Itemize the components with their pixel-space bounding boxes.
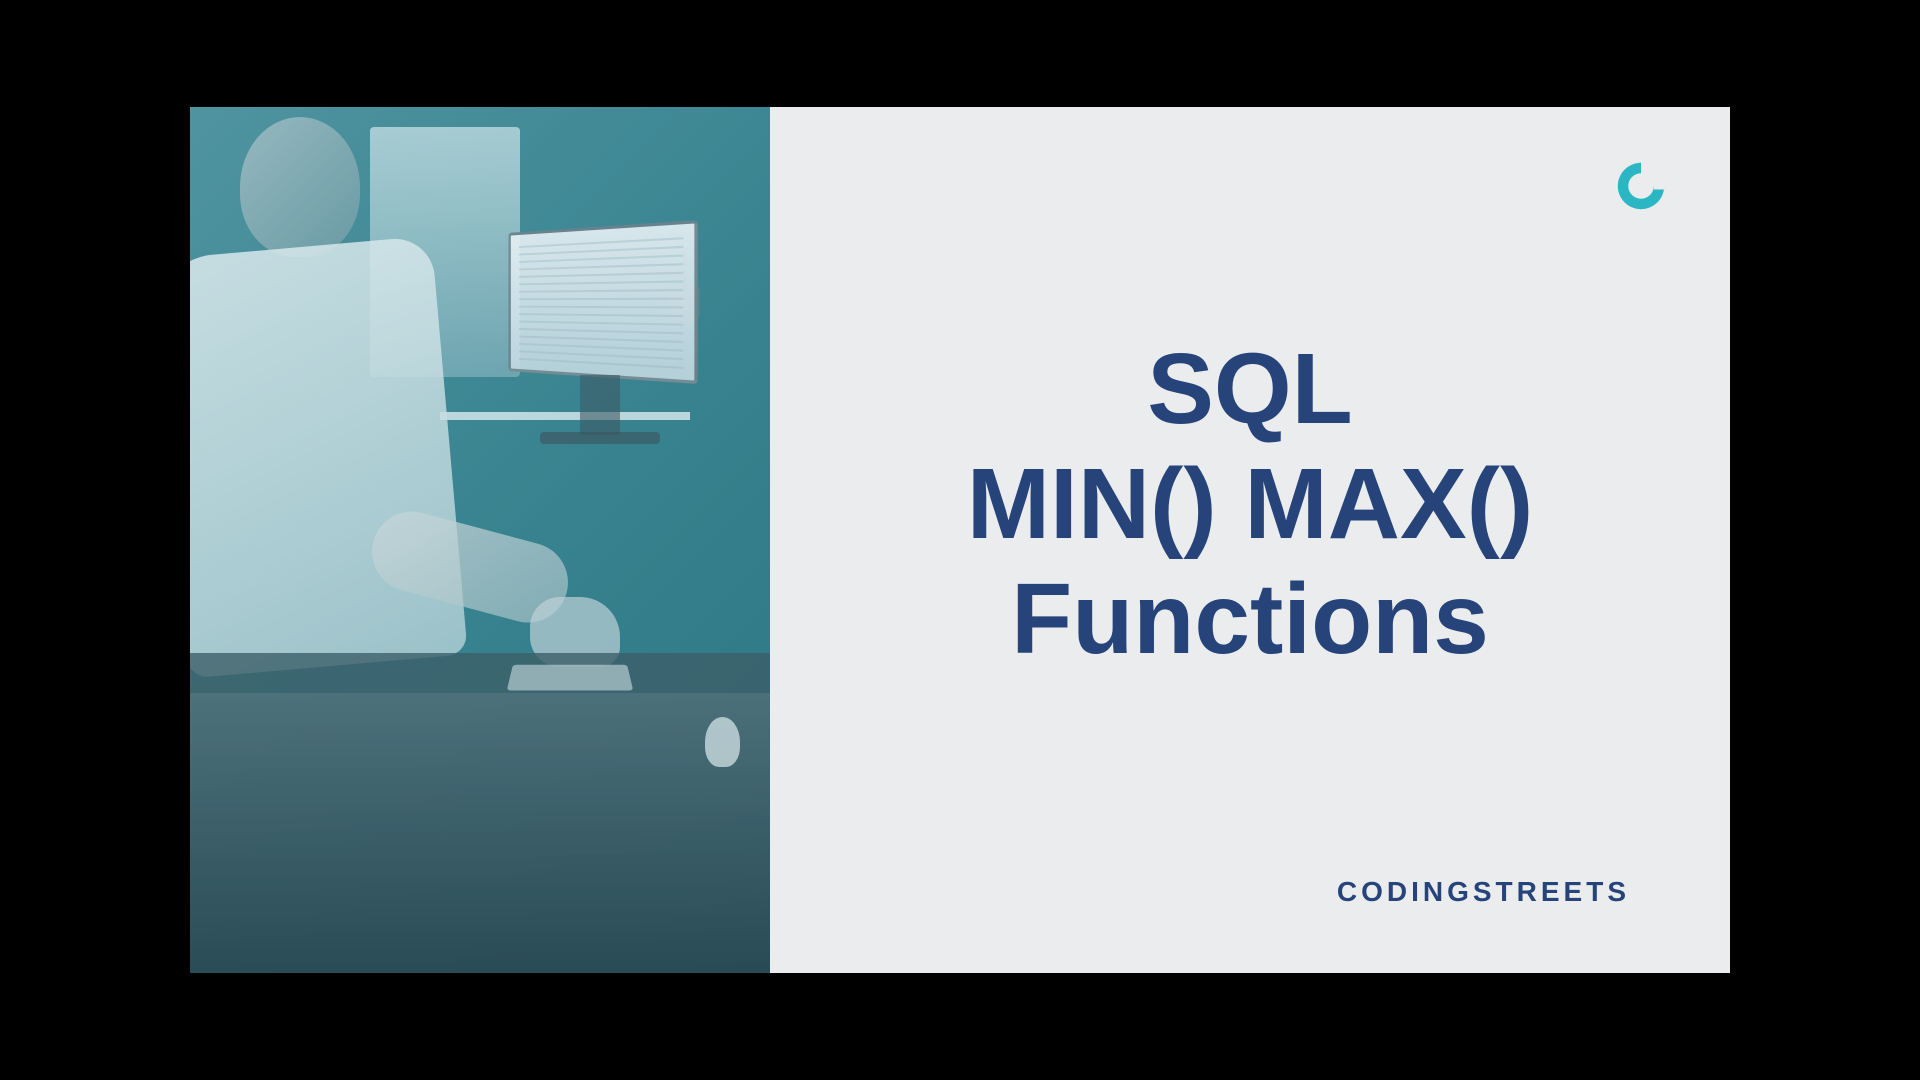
keyboard bbox=[507, 665, 633, 691]
desk-surface bbox=[190, 653, 770, 693]
monitor-screen bbox=[508, 220, 697, 384]
person-body bbox=[190, 236, 468, 679]
shelf bbox=[440, 412, 690, 420]
person-head bbox=[240, 117, 360, 257]
brand-name: CODINGSTREETS bbox=[1337, 876, 1630, 908]
title-block: SQL MIN() MAX() Functions bbox=[967, 332, 1534, 677]
desk bbox=[190, 693, 770, 973]
monitor-content bbox=[519, 235, 683, 369]
monitor-base bbox=[540, 432, 660, 444]
logo-icon bbox=[1612, 157, 1670, 220]
title-line-2: MIN() MAX() bbox=[967, 447, 1534, 562]
monitor-stand bbox=[580, 375, 620, 435]
content-panel: SQL MIN() MAX() Functions CODINGSTREETS bbox=[770, 107, 1730, 973]
photo-panel bbox=[190, 107, 770, 973]
title-line-3: Functions bbox=[967, 562, 1534, 677]
title-line-1: SQL bbox=[967, 332, 1534, 447]
mouse bbox=[705, 717, 740, 767]
developer-photo bbox=[190, 107, 770, 973]
banner-card: SQL MIN() MAX() Functions CODINGSTREETS bbox=[190, 107, 1730, 973]
